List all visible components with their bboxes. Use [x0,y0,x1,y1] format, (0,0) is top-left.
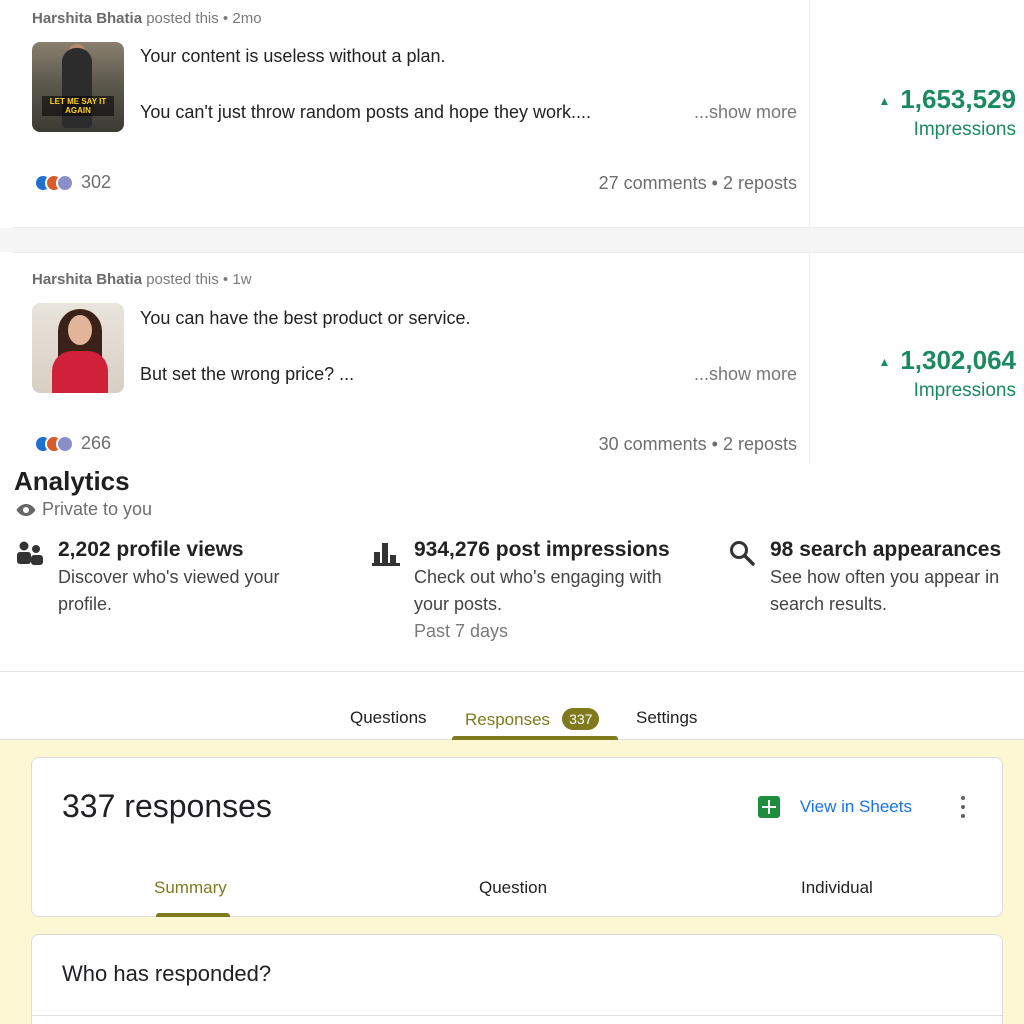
search-appearances-desc: See how often you appear in search resul… [770,567,1000,614]
impressions-label: Impressions [913,380,1016,401]
responses-summary-card: 337 responses View in Sheets Summary Que… [31,757,1003,917]
active-subtab-indicator [156,913,230,917]
post-body: Harshita Bhatia posted this • 1w You can… [12,253,810,464]
reaction-count: 266 [81,433,112,453]
response-count-title: 337 responses [62,788,272,824]
reaction-icons [34,434,74,453]
private-label: Private to you [42,499,153,519]
view-in-sheets-label: View in Sheets [799,797,912,816]
impressions-value: 1,653,529 [900,84,1016,114]
post-thumbnail[interactable] [32,303,124,393]
comments-reposts[interactable]: 30 comments • 2 reposts [599,434,797,455]
thumbnail-caption: LET ME SAY IT AGAIN [42,96,114,116]
impressions-stat[interactable]: ▲ 1,653,529 Impressions [816,84,1016,141]
post-meta: posted this • 1w [146,271,252,288]
post-thumbnail[interactable]: LET ME SAY IT AGAIN [32,42,124,132]
post-impressions-heading: 934,276 post impressions [414,538,670,561]
post-impressions-period: Past 7 days [414,621,509,641]
post-body: Harshita Bhatia posted this • 2mo LET ME… [12,0,810,227]
responses-count-badge: 337 [562,708,600,730]
impressions-label: Impressions [913,119,1016,140]
reactions[interactable]: 266 [34,433,111,454]
post-author-line: Harshita Bhatia posted this • 1w [32,271,252,288]
thumbnail-figure-body [62,48,92,128]
profile-views-heading: 2,202 profile views [58,538,244,561]
post-meta: posted this • 2mo [146,10,262,27]
thumbnail-person-face [68,315,92,345]
impressions-value: 1,302,064 [900,345,1016,375]
reactions[interactable]: 302 [34,172,111,193]
view-in-sheets-button[interactable]: View in Sheets [757,796,912,818]
post-text-line2: You can't just throw random posts and ho… [140,102,592,122]
search-icon [730,541,755,566]
subtab-individual[interactable]: Individual [801,878,873,898]
eye-icon [16,503,36,516]
post-text-line1: You can have the best product or service… [140,308,471,328]
more-options-icon[interactable] [960,796,966,818]
up-triangle-icon: ▲ [878,94,891,109]
tab-responses-label: Responses [465,710,551,729]
reaction-count: 302 [81,172,112,192]
card-divider [32,1015,1002,1016]
support-reaction-icon [56,434,74,453]
impressions-value-row: ▲ 1,653,529 [816,84,1016,115]
subtab-summary[interactable]: Summary [154,878,227,898]
sheets-icon [757,796,780,818]
thumbnail-person-top [52,351,108,393]
post-separator [0,228,1024,252]
post-text-line2: But set the wrong price? ... [140,364,355,384]
subtab-question[interactable]: Question [479,878,547,898]
analytics-title: Analytics [14,466,130,496]
post-card: Harshita Bhatia posted this • 1w You can… [12,252,1024,464]
post-author[interactable]: Harshita Bhatia [32,10,142,27]
bar-chart-icon [372,543,400,566]
reaction-icons [34,173,74,192]
post-impressions-desc: Check out who's engaging with your posts… [414,567,662,614]
impressions-value-row: ▲ 1,302,064 [816,345,1016,376]
tab-questions[interactable]: Questions [350,708,427,728]
people-icon [17,541,43,565]
search-appearances-heading: 98 search appearances [770,538,1002,561]
who-responded-heading: Who has responded? [62,961,272,986]
show-more-link[interactable]: ...show more [694,102,797,123]
comments-reposts[interactable]: 27 comments • 2 reposts [599,173,797,194]
show-more-link[interactable]: ...show more [694,364,797,385]
forms-tab-bar: Questions Responses 337 Settings [0,672,1024,740]
tab-responses[interactable]: Responses 337 [465,708,600,730]
post-author-line: Harshita Bhatia posted this • 2mo [32,10,262,27]
support-reaction-icon [56,173,74,192]
up-triangle-icon: ▲ [878,355,891,370]
post-author[interactable]: Harshita Bhatia [32,271,142,288]
analytics-section: Analytics Private to you 2,202 profile v… [0,464,1024,672]
post-text-line1: Your content is useless without a plan. [140,46,446,66]
private-note: Private to you [16,499,152,520]
tab-settings[interactable]: Settings [636,708,697,728]
impressions-stat[interactable]: ▲ 1,302,064 Impressions [816,345,1016,402]
post-card: Harshita Bhatia posted this • 2mo LET ME… [12,0,1024,228]
who-responded-card: Who has responded? [31,934,1003,1024]
profile-views-desc: Discover who's viewed your profile. [58,567,280,614]
